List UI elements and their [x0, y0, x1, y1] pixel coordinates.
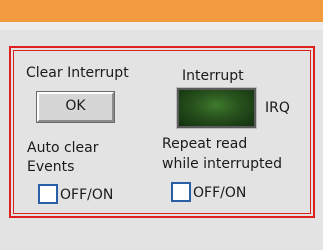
repeat-read-checkbox[interactable] [171, 182, 191, 202]
irq-label: IRQ [265, 100, 290, 116]
auto-clear-checkbox[interactable] [38, 184, 58, 204]
header-band [0, 22, 323, 30]
clear-interrupt-label: Clear Interrupt [26, 65, 129, 81]
interrupt-led-indicator [176, 87, 257, 129]
auto-clear-label-line1: Auto clear [27, 140, 99, 156]
header-accent-stripe [0, 0, 323, 22]
auto-clear-toggle-label: OFF/ON [60, 187, 114, 203]
clear-interrupt-ok-button[interactable]: OK [36, 91, 115, 123]
repeat-read-label-line2: while interrupted [162, 156, 283, 172]
repeat-read-label-line1: Repeat read [162, 136, 248, 152]
auto-clear-label-line2: Events [27, 159, 75, 175]
repeat-read-toggle-label: OFF/ON [193, 185, 247, 201]
interrupt-label: Interrupt [182, 68, 244, 84]
